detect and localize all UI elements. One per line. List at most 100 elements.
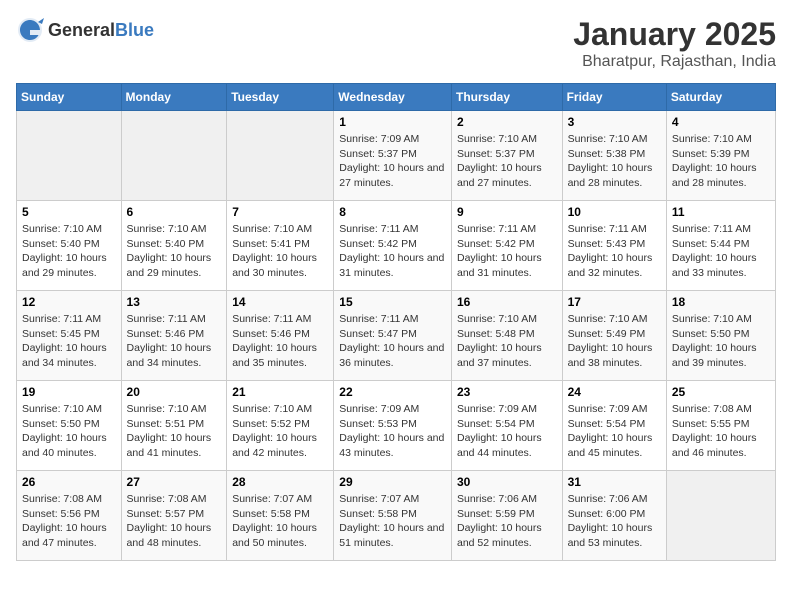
day-cell: 14 Sunrise: 7:11 AM Sunset: 5:46 PM Dayli… — [227, 291, 334, 381]
day-info: Sunrise: 7:07 AM Sunset: 5:58 PM Dayligh… — [339, 492, 446, 551]
day-cell: 26 Sunrise: 7:08 AM Sunset: 5:56 PM Dayli… — [17, 471, 122, 561]
day-number: 6 — [127, 205, 222, 219]
week-row-1: 1 Sunrise: 7:09 AM Sunset: 5:37 PM Daylig… — [17, 111, 776, 201]
day-info: Sunrise: 7:11 AM Sunset: 5:46 PM Dayligh… — [232, 312, 328, 371]
week-row-5: 26 Sunrise: 7:08 AM Sunset: 5:56 PM Dayli… — [17, 471, 776, 561]
week-row-2: 5 Sunrise: 7:10 AM Sunset: 5:40 PM Daylig… — [17, 201, 776, 291]
day-number: 14 — [232, 295, 328, 309]
day-number: 27 — [127, 475, 222, 489]
day-number: 22 — [339, 385, 446, 399]
day-number: 19 — [22, 385, 116, 399]
calendar-subtitle: Bharatpur, Rajasthan, India — [573, 53, 776, 71]
logo-text: GeneralBlue — [48, 20, 154, 41]
day-cell: 27 Sunrise: 7:08 AM Sunset: 5:57 PM Dayli… — [121, 471, 227, 561]
day-number: 25 — [672, 385, 770, 399]
day-number: 24 — [568, 385, 661, 399]
day-info: Sunrise: 7:08 AM Sunset: 5:55 PM Dayligh… — [672, 402, 770, 461]
day-cell: 1 Sunrise: 7:09 AM Sunset: 5:37 PM Daylig… — [334, 111, 452, 201]
day-cell: 12 Sunrise: 7:11 AM Sunset: 5:45 PM Dayli… — [17, 291, 122, 381]
day-number: 7 — [232, 205, 328, 219]
calendar-header: GeneralBlue January 2025 Bharatpur, Raja… — [16, 16, 776, 71]
day-number: 16 — [457, 295, 557, 309]
day-cell: 6Sunrise: 7:10 AM Sunset: 5:40 PM Daylig… — [121, 201, 227, 291]
day-info: Sunrise: 7:11 AM Sunset: 5:47 PM Dayligh… — [339, 312, 446, 371]
day-cell: 17Sunrise: 7:10 AM Sunset: 5:49 PM Dayli… — [562, 291, 666, 381]
day-info: Sunrise: 7:11 AM Sunset: 5:45 PM Dayligh… — [22, 312, 116, 371]
day-info: Sunrise: 7:07 AM Sunset: 5:58 PM Dayligh… — [232, 492, 328, 551]
day-number: 13 — [127, 295, 222, 309]
day-header-friday: Friday — [562, 84, 666, 111]
week-row-4: 19 Sunrise: 7:10 AM Sunset: 5:50 PM Dayli… — [17, 381, 776, 471]
day-info: Sunrise: 7:10 AM Sunset: 5:49 PM Dayligh… — [568, 312, 661, 371]
logo-blue: Blue — [115, 20, 154, 40]
day-cell: 22 Sunrise: 7:09 AM Sunset: 5:53 PM Dayli… — [334, 381, 452, 471]
day-info: Sunrise: 7:11 AM Sunset: 5:43 PM Dayligh… — [568, 222, 661, 281]
day-info: Sunrise: 7:09 AM Sunset: 5:53 PM Dayligh… — [339, 402, 446, 461]
day-number: 11 — [672, 205, 770, 219]
logo-icon — [16, 16, 44, 44]
calendar-table: SundayMondayTuesdayWednesdayThursdayFrid… — [16, 83, 776, 561]
day-cell: 23Sunrise: 7:09 AM Sunset: 5:54 PM Dayli… — [451, 381, 562, 471]
day-number: 12 — [22, 295, 116, 309]
day-cell: 5 Sunrise: 7:10 AM Sunset: 5:40 PM Daylig… — [17, 201, 122, 291]
header-row: SundayMondayTuesdayWednesdayThursdayFrid… — [17, 84, 776, 111]
calendar-title: January 2025 — [573, 16, 776, 53]
day-info: Sunrise: 7:11 AM Sunset: 5:46 PM Dayligh… — [127, 312, 222, 371]
title-block: January 2025 Bharatpur, Rajasthan, India — [573, 16, 776, 71]
day-number: 5 — [22, 205, 116, 219]
day-number: 10 — [568, 205, 661, 219]
day-cell: 7 Sunrise: 7:10 AM Sunset: 5:41 PM Daylig… — [227, 201, 334, 291]
day-cell: 4Sunrise: 7:10 AM Sunset: 5:39 PM Daylig… — [666, 111, 775, 201]
day-info: Sunrise: 7:10 AM Sunset: 5:50 PM Dayligh… — [22, 402, 116, 461]
day-cell: 30 Sunrise: 7:06 AM Sunset: 5:59 PM Dayli… — [451, 471, 562, 561]
day-info: Sunrise: 7:11 AM Sunset: 5:42 PM Dayligh… — [457, 222, 557, 281]
day-cell: 3Sunrise: 7:10 AM Sunset: 5:38 PM Daylig… — [562, 111, 666, 201]
day-number: 18 — [672, 295, 770, 309]
day-info: Sunrise: 7:10 AM Sunset: 5:38 PM Dayligh… — [568, 132, 661, 191]
day-header-wednesday: Wednesday — [334, 84, 452, 111]
day-cell: 18 Sunrise: 7:10 AM Sunset: 5:50 PM Dayli… — [666, 291, 775, 381]
day-number: 29 — [339, 475, 446, 489]
day-cell: 29 Sunrise: 7:07 AM Sunset: 5:58 PM Dayli… — [334, 471, 452, 561]
day-number: 20 — [127, 385, 222, 399]
day-cell: 24 Sunrise: 7:09 AM Sunset: 5:54 PM Dayli… — [562, 381, 666, 471]
day-info: Sunrise: 7:09 AM Sunset: 5:54 PM Dayligh… — [457, 402, 557, 461]
day-cell — [666, 471, 775, 561]
day-header-tuesday: Tuesday — [227, 84, 334, 111]
day-number: 8 — [339, 205, 446, 219]
day-number: 30 — [457, 475, 557, 489]
day-cell: 9 Sunrise: 7:11 AM Sunset: 5:42 PM Daylig… — [451, 201, 562, 291]
day-info: Sunrise: 7:08 AM Sunset: 5:57 PM Dayligh… — [127, 492, 222, 551]
day-number: 28 — [232, 475, 328, 489]
day-cell: 13 Sunrise: 7:11 AM Sunset: 5:46 PM Dayli… — [121, 291, 227, 381]
day-cell: 8 Sunrise: 7:11 AM Sunset: 5:42 PM Daylig… — [334, 201, 452, 291]
day-header-thursday: Thursday — [451, 84, 562, 111]
day-info: Sunrise: 7:11 AM Sunset: 5:44 PM Dayligh… — [672, 222, 770, 281]
day-info: Sunrise: 7:06 AM Sunset: 5:59 PM Dayligh… — [457, 492, 557, 551]
day-cell: 10 Sunrise: 7:11 AM Sunset: 5:43 PM Dayli… — [562, 201, 666, 291]
day-cell: 11 Sunrise: 7:11 AM Sunset: 5:44 PM Dayli… — [666, 201, 775, 291]
week-row-3: 12 Sunrise: 7:11 AM Sunset: 5:45 PM Dayli… — [17, 291, 776, 381]
day-cell: 28 Sunrise: 7:07 AM Sunset: 5:58 PM Dayli… — [227, 471, 334, 561]
day-number: 26 — [22, 475, 116, 489]
day-info: Sunrise: 7:10 AM Sunset: 5:37 PM Dayligh… — [457, 132, 557, 191]
day-info: Sunrise: 7:09 AM Sunset: 5:37 PM Dayligh… — [339, 132, 446, 191]
day-info: Sunrise: 7:11 AM Sunset: 5:42 PM Dayligh… — [339, 222, 446, 281]
day-header-sunday: Sunday — [17, 84, 122, 111]
logo-general: General — [48, 20, 115, 40]
day-number: 21 — [232, 385, 328, 399]
day-cell — [17, 111, 122, 201]
day-info: Sunrise: 7:08 AM Sunset: 5:56 PM Dayligh… — [22, 492, 116, 551]
day-info: Sunrise: 7:10 AM Sunset: 5:40 PM Dayligh… — [22, 222, 116, 281]
day-header-saturday: Saturday — [666, 84, 775, 111]
day-number: 1 — [339, 115, 446, 129]
day-cell: 20Sunrise: 7:10 AM Sunset: 5:51 PM Dayli… — [121, 381, 227, 471]
day-info: Sunrise: 7:10 AM Sunset: 5:50 PM Dayligh… — [672, 312, 770, 371]
day-info: Sunrise: 7:09 AM Sunset: 5:54 PM Dayligh… — [568, 402, 661, 461]
day-cell: 15Sunrise: 7:11 AM Sunset: 5:47 PM Dayli… — [334, 291, 452, 381]
day-number: 9 — [457, 205, 557, 219]
day-cell — [227, 111, 334, 201]
day-cell: 31Sunrise: 7:06 AM Sunset: 6:00 PM Dayli… — [562, 471, 666, 561]
day-info: Sunrise: 7:10 AM Sunset: 5:41 PM Dayligh… — [232, 222, 328, 281]
calendar-container: GeneralBlue January 2025 Bharatpur, Raja… — [0, 0, 792, 577]
